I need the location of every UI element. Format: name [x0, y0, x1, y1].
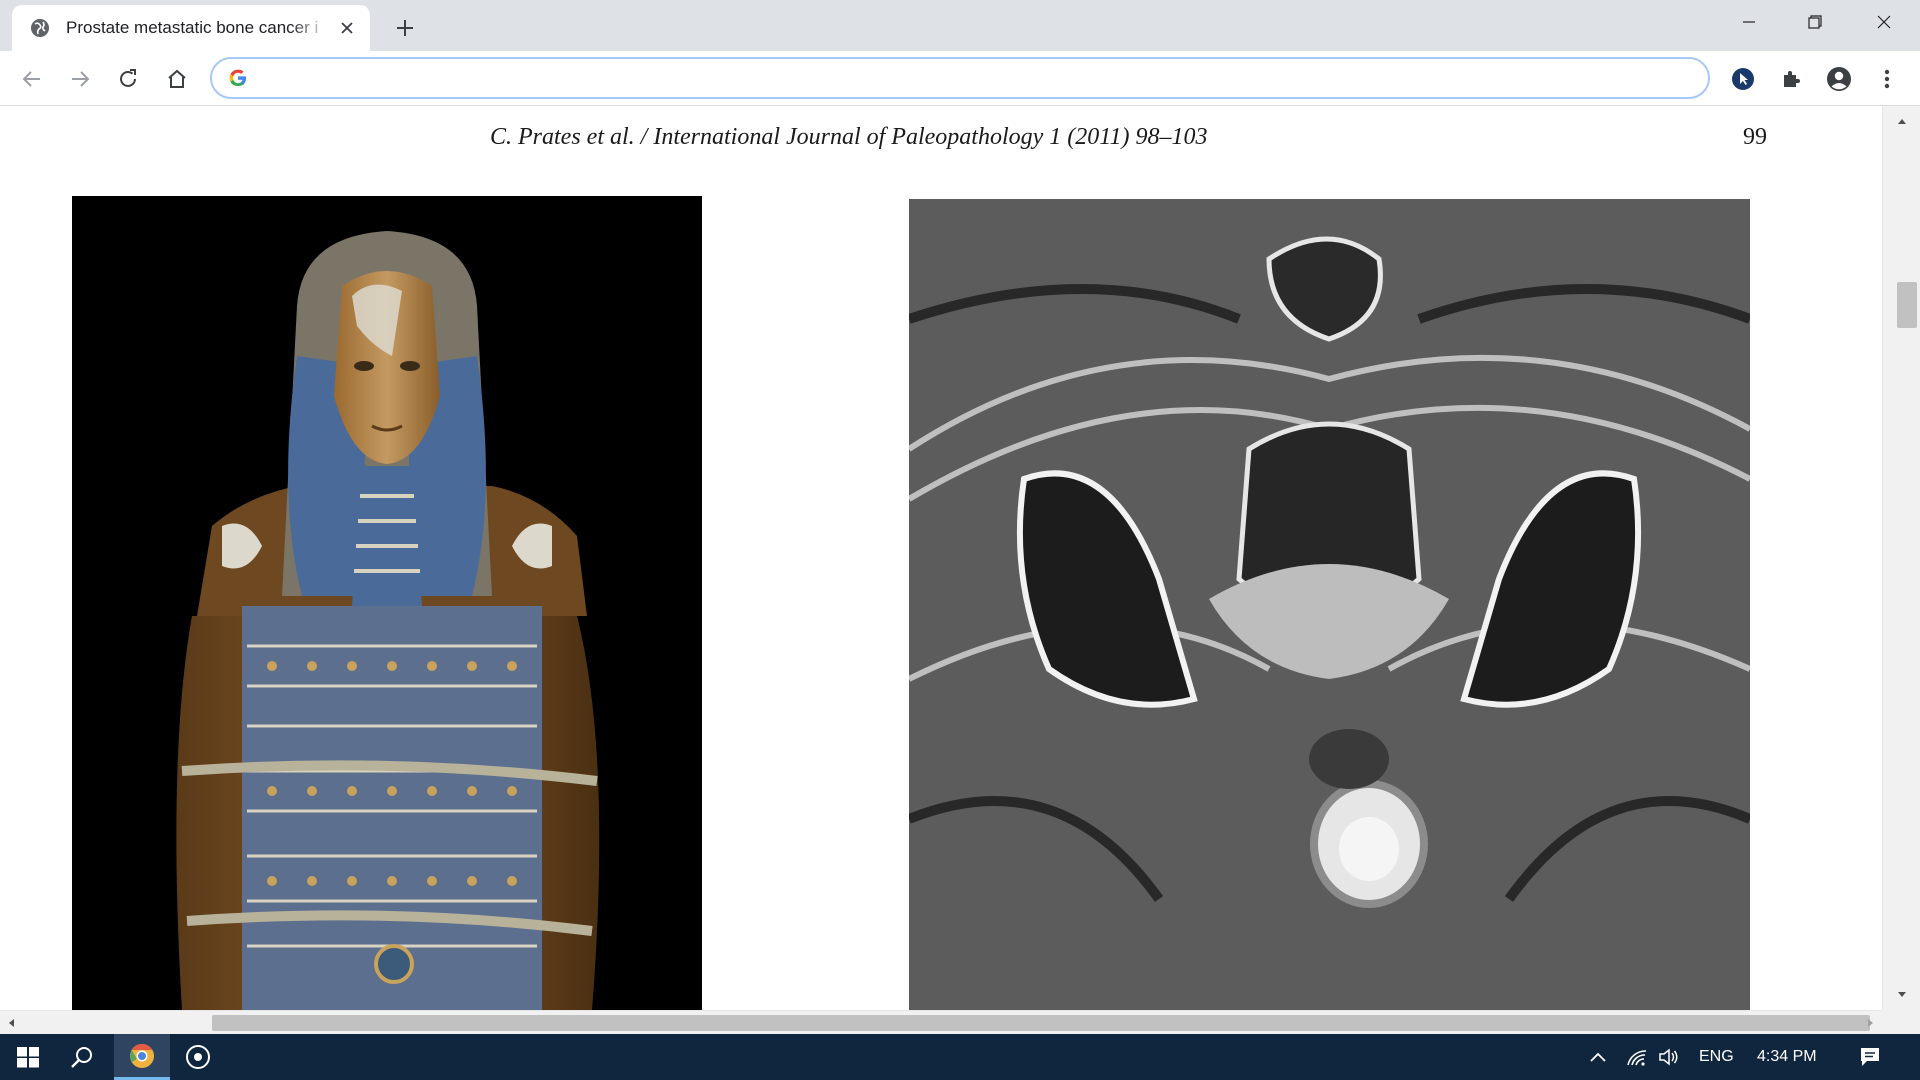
browser-menu-button[interactable]	[1872, 64, 1902, 94]
chevron-up-icon	[1590, 1052, 1606, 1062]
scroll-right-arrow-icon[interactable]	[1860, 1011, 1882, 1035]
tab-strip: Prostate metastatic bone cancer i	[0, 0, 1920, 51]
minimize-icon	[1743, 21, 1755, 23]
restore-button[interactable]	[1797, 8, 1833, 36]
horizontal-scroll-thumb[interactable]	[212, 1015, 1870, 1031]
close-tab-icon[interactable]	[336, 17, 358, 39]
input-language-indicator[interactable]: ENG	[1699, 1048, 1734, 1066]
close-window-button[interactable]	[1866, 8, 1902, 36]
page-number: 99	[1743, 124, 1767, 150]
minimize-button[interactable]	[1731, 8, 1767, 36]
start-button[interactable]	[0, 1034, 56, 1080]
reload-icon	[120, 69, 136, 87]
home-icon	[168, 69, 186, 88]
close-icon	[1877, 15, 1891, 29]
running-header: C. Prates et al. / International Journal…	[490, 124, 1208, 150]
extensions-menu-button[interactable]	[1776, 64, 1806, 94]
browser-toolbar	[0, 51, 1920, 106]
show-hidden-icons-button[interactable]	[1586, 1045, 1610, 1069]
tab-title: Prostate metastatic bone cancer i	[66, 18, 319, 37]
search-icon	[71, 1047, 92, 1068]
profile-icon	[1827, 67, 1851, 91]
volume-button[interactable]	[1657, 1045, 1681, 1069]
back-icon	[22, 71, 40, 87]
vertical-scroll-thumb[interactable]	[1897, 282, 1917, 328]
horizontal-scrollbar[interactable]	[0, 1010, 1882, 1034]
taskbar-search-button[interactable]	[54, 1034, 110, 1080]
chrome-icon	[130, 1043, 154, 1068]
network-button[interactable]	[1625, 1045, 1649, 1069]
pelvis-mri-scan	[909, 199, 1750, 1010]
scroll-down-arrow-icon[interactable]	[1883, 984, 1920, 1006]
address-input[interactable]	[260, 68, 1660, 88]
globe-icon	[30, 18, 50, 38]
windows-taskbar: ENG 4:34 PM	[0, 1034, 1920, 1080]
media-app-icon	[186, 1045, 210, 1069]
volume-icon	[1659, 1048, 1678, 1066]
scrollbar-corner	[1882, 1010, 1920, 1034]
new-tab-button[interactable]	[390, 13, 420, 43]
extension-button[interactable]	[1728, 64, 1758, 94]
action-center-button[interactable]	[1858, 1045, 1882, 1069]
reload-button[interactable]	[113, 64, 143, 94]
vertical-scrollbar[interactable]	[1882, 106, 1920, 1010]
wifi-icon	[1627, 1050, 1647, 1066]
taskbar-chrome-button[interactable]	[114, 1034, 170, 1080]
taskbar-media-app-button[interactable]	[170, 1034, 226, 1080]
forward-icon	[72, 71, 90, 87]
windows-start-icon	[17, 1047, 39, 1068]
restore-icon	[1808, 15, 1822, 29]
address-bar[interactable]	[210, 57, 1710, 99]
plus-icon	[397, 20, 413, 36]
scroll-up-arrow-icon[interactable]	[1883, 110, 1920, 132]
google-g-icon	[229, 69, 246, 86]
back-button[interactable]	[17, 64, 47, 94]
kebab-menu-icon	[1884, 69, 1890, 89]
mummy-photo	[72, 196, 702, 1010]
puzzle-icon	[1784, 71, 1800, 87]
browser-tab[interactable]: Prostate metastatic bone cancer i	[12, 5, 370, 51]
extension-cursor-icon	[1732, 68, 1754, 90]
taskbar-clock[interactable]: 4:34 PM	[1757, 1048, 1817, 1066]
notification-icon	[1861, 1048, 1879, 1066]
home-button[interactable]	[162, 64, 192, 94]
forward-button[interactable]	[65, 64, 95, 94]
profile-button[interactable]	[1824, 64, 1854, 94]
scroll-left-arrow-icon[interactable]	[0, 1011, 22, 1035]
page-viewport: C. Prates et al. / International Journal…	[0, 106, 1882, 1010]
